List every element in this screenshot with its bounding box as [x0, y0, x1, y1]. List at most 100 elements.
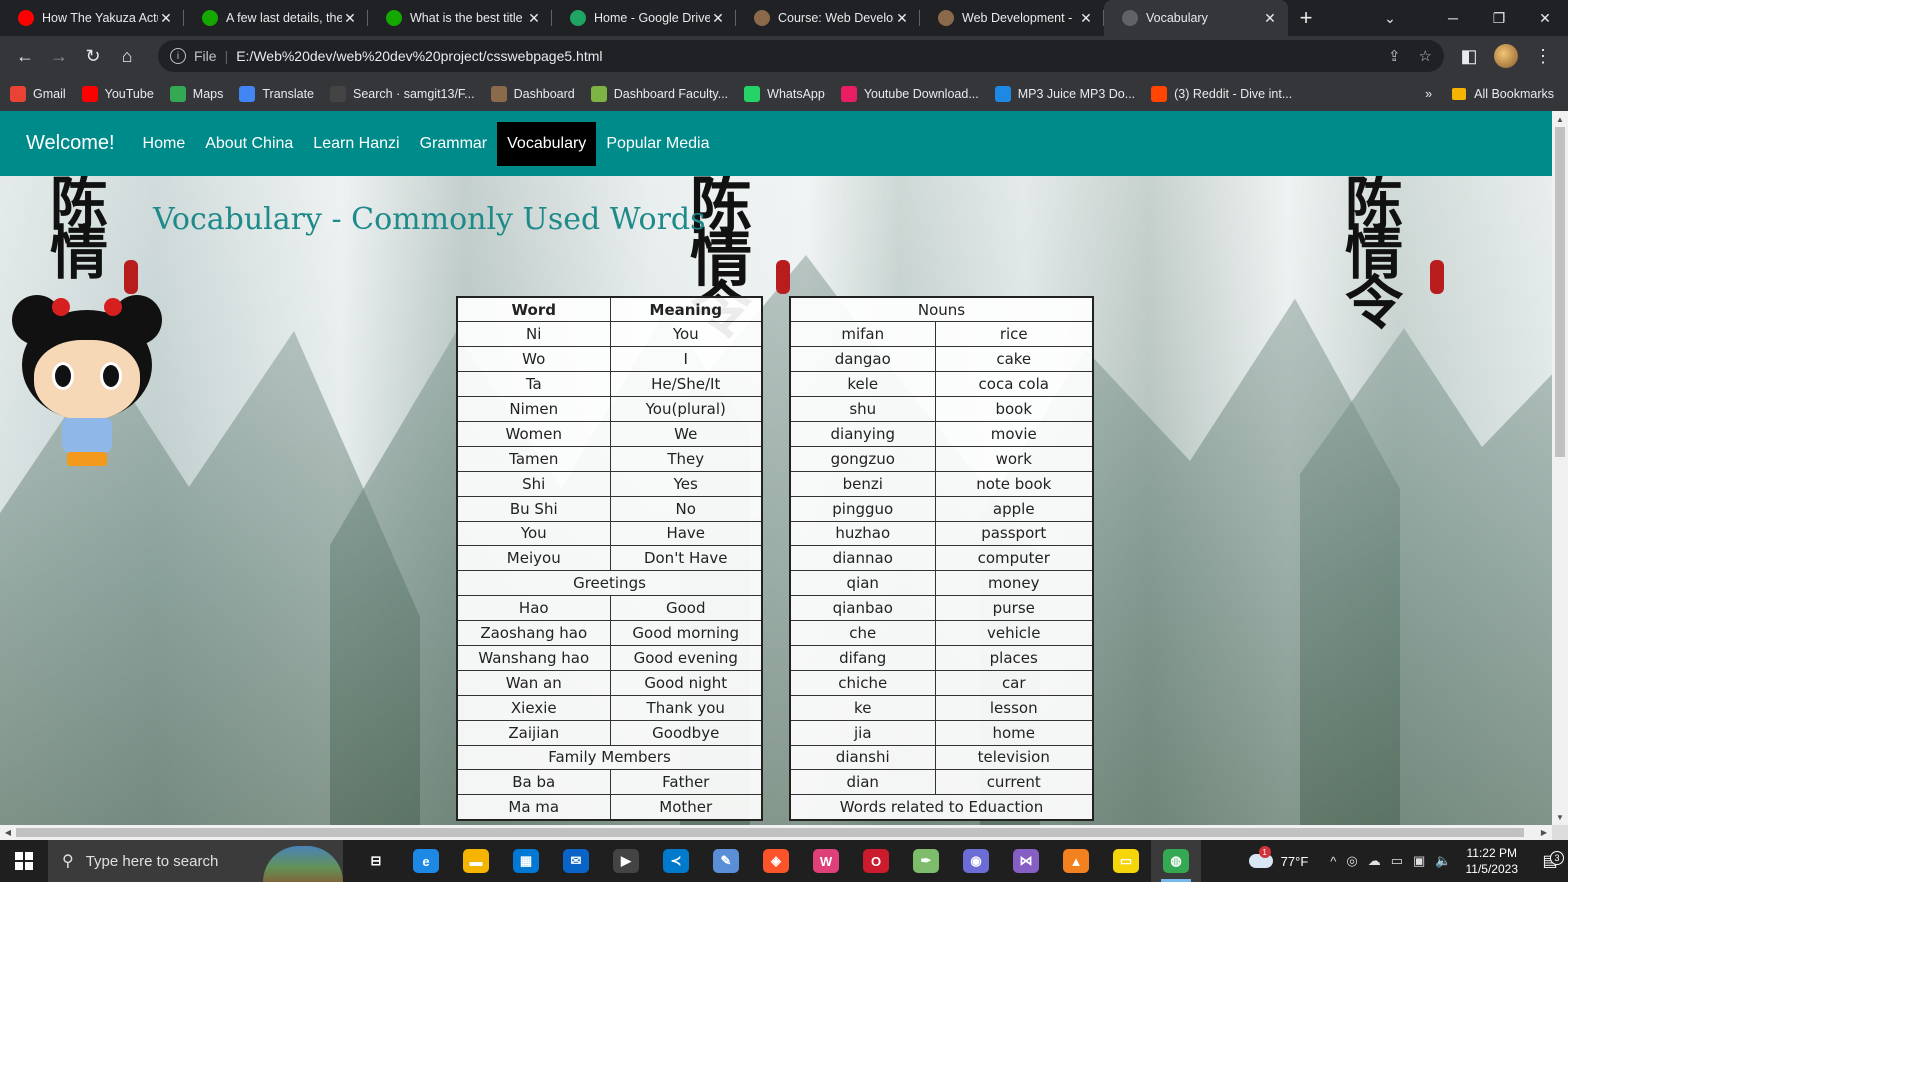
browser-tab[interactable]: Home - Google Drive ✕ [552, 0, 736, 36]
address-bar[interactable]: i File | E:/Web%20dev/web%20dev%20projec… [158, 40, 1444, 72]
clock[interactable]: 11:22 PM 11/5/2023 [1466, 845, 1519, 877]
taskbar-app-notepad[interactable]: ✎ [701, 840, 751, 882]
scroll-down-icon[interactable]: ▼ [1552, 809, 1568, 825]
meaning-cell: vehicle [934, 620, 1094, 646]
taskbar-app-notepad-plus[interactable]: ✒ [901, 840, 951, 882]
profile-avatar[interactable] [1494, 44, 1518, 68]
close-window-icon[interactable]: ✕ [1522, 0, 1568, 36]
scroll-left-icon[interactable]: ◀ [0, 825, 16, 840]
nav-link-home[interactable]: Home [133, 122, 196, 166]
close-tab-icon[interactable]: ✕ [710, 10, 726, 27]
scroll-up-icon[interactable]: ▲ [1552, 111, 1568, 127]
tab-search-icon[interactable]: ⌄ [1370, 0, 1410, 36]
meaning-cell: passport [934, 520, 1094, 547]
reload-icon[interactable]: ↻ [76, 39, 110, 73]
scroll-right-icon[interactable]: ▶ [1536, 825, 1552, 840]
bookmark-item[interactable]: Gmail [10, 85, 66, 102]
vocabulary-table-pronouns: Word Meaning Ni You Wo I Ta He/She/It Nimen You(p… [456, 296, 763, 821]
bookmark-item[interactable]: YouTube [81, 85, 154, 102]
bookmark-item[interactable]: Translate [239, 85, 315, 102]
meaning-cell: television [934, 744, 1094, 771]
taskbar-app-mail[interactable]: ✉ [551, 840, 601, 882]
meaning-cell: You(plural) [609, 396, 763, 422]
taskbar-app-microsoft-store[interactable]: ▦ [501, 840, 551, 882]
more-bookmarks-icon[interactable]: » [1425, 87, 1432, 101]
share-icon[interactable]: ⇪ [1388, 47, 1401, 65]
bookmark-item[interactable]: WhatsApp [744, 85, 825, 102]
taskbar-app-media-player[interactable]: ▶ [601, 840, 651, 882]
taskbar-app-task-view[interactable]: ⊟ [351, 840, 401, 882]
browser-tab[interactable]: How The Yakuza Actu ✕ [0, 0, 184, 36]
nav-link-learn-hanzi[interactable]: Learn Hanzi [303, 122, 409, 166]
nav-link-grammar[interactable]: Grammar [410, 122, 498, 166]
taskbar-search[interactable]: ⚲ Type here to search [48, 840, 343, 882]
scrollbar-thumb[interactable] [1555, 127, 1565, 457]
bookmarks-bar: Gmail YouTube Maps Translate Search · samgit… [0, 76, 1568, 112]
close-tab-icon[interactable]: ✕ [158, 10, 174, 27]
forward-icon[interactable]: → [42, 39, 76, 73]
notification-icon[interactable]: ▤3 [1532, 851, 1568, 871]
scrollbar-thumb[interactable] [16, 828, 1524, 837]
site-brand[interactable]: Welcome! [26, 132, 115, 155]
taskbar-app-vs-code[interactable]: ≺ [651, 840, 701, 882]
close-tab-icon[interactable]: ✕ [342, 10, 358, 27]
vertical-scrollbar[interactable]: ▲ ▼ [1552, 111, 1568, 825]
bookmark-star-icon[interactable]: ☆ [1419, 47, 1432, 65]
bookmark-item[interactable]: (3) Reddit - Dive int... [1151, 85, 1292, 102]
onedrive-icon[interactable]: ☁ [1368, 853, 1381, 869]
start-button[interactable] [0, 840, 48, 882]
menu-icon[interactable]: ⋮ [1526, 39, 1560, 73]
media-player-icon: ▶ [613, 849, 639, 873]
nav-link-vocabulary[interactable]: Vocabulary [497, 121, 597, 166]
side-panel-icon[interactable]: ◧ [1452, 39, 1486, 73]
taskbar-app-wps[interactable]: W [801, 840, 851, 882]
battery-icon[interactable]: ▭ [1391, 853, 1403, 869]
back-icon[interactable]: ← [8, 39, 42, 73]
browser-tab[interactable]: A few last details, the ✕ [184, 0, 368, 36]
taskbar-app-brave[interactable]: ◈ [751, 840, 801, 882]
taskbar-app-disc-app[interactable]: ◉ [951, 840, 1001, 882]
url-text[interactable]: E:/Web%20dev/web%20dev%20project/csswebp… [236, 48, 1370, 64]
weather-widget[interactable]: 1 77°F [1248, 846, 1308, 869]
bookmark-item[interactable]: Dashboard Faculty... [590, 85, 728, 102]
volume-icon[interactable]: 🔈 [1435, 853, 1451, 869]
taskbar-app-sticky-notes[interactable]: ▭ [1101, 840, 1151, 882]
site-info-icon[interactable]: i [170, 48, 186, 64]
all-bookmarks-button[interactable]: All Bookmarks [1474, 87, 1554, 101]
horizontal-scrollbar[interactable]: ◀ ▶ [0, 825, 1552, 840]
close-tab-icon[interactable]: ✕ [1262, 10, 1278, 27]
bookmark-item[interactable]: Search · samgit13/F... [330, 85, 475, 102]
bookmark-favicon-icon [10, 85, 26, 102]
browser-tab[interactable]: Vocabulary ✕ [1104, 0, 1288, 36]
restore-icon[interactable]: ❐ [1476, 0, 1522, 36]
network-icon[interactable]: ▣ [1413, 853, 1425, 869]
taskbar-app-chrome[interactable]: ◍ [1151, 840, 1201, 882]
new-tab-button[interactable]: + [1288, 0, 1324, 36]
browser-tab[interactable]: Course: Web Develop ✕ [736, 0, 920, 36]
meet-now-icon[interactable]: ◎ [1346, 853, 1357, 869]
browser-tab[interactable]: What is the best title ✕ [368, 0, 552, 36]
bookmark-item[interactable]: Dashboard [490, 85, 575, 102]
bookmark-item[interactable]: MP3 Juice MP3 Do... [994, 85, 1135, 102]
section-row: Greetings [456, 570, 763, 597]
minimize-icon[interactable]: ─ [1430, 0, 1476, 36]
bookmark-item[interactable]: Maps [169, 85, 223, 102]
calligraphy-logo: 陈情令 [1345, 176, 1404, 337]
brave-icon: ◈ [763, 849, 789, 873]
taskbar-app-edge[interactable]: e [401, 840, 451, 882]
nav-link-about-china[interactable]: About China [195, 122, 303, 166]
browser-tab[interactable]: Web Development - ✕ [920, 0, 1104, 36]
nav-link-popular-media[interactable]: Popular Media [596, 122, 719, 166]
word-cell: dangao [789, 346, 936, 373]
close-tab-icon[interactable]: ✕ [526, 10, 542, 27]
bookmark-item[interactable]: Youtube Download... [840, 85, 979, 102]
close-tab-icon[interactable]: ✕ [894, 10, 910, 27]
taskbar-app-vlc[interactable]: ▲ [1051, 840, 1101, 882]
taskbar-app-file-explorer[interactable]: ▬ [451, 840, 501, 882]
close-tab-icon[interactable]: ✕ [1078, 10, 1094, 27]
taskbar-app-opera[interactable]: O [851, 840, 901, 882]
bookmark-label: Translate [262, 86, 315, 101]
chevron-up-icon[interactable]: ^ [1330, 854, 1336, 869]
home-icon[interactable]: ⌂ [110, 39, 144, 73]
taskbar-app-visual-studio[interactable]: ⋈ [1001, 840, 1051, 882]
